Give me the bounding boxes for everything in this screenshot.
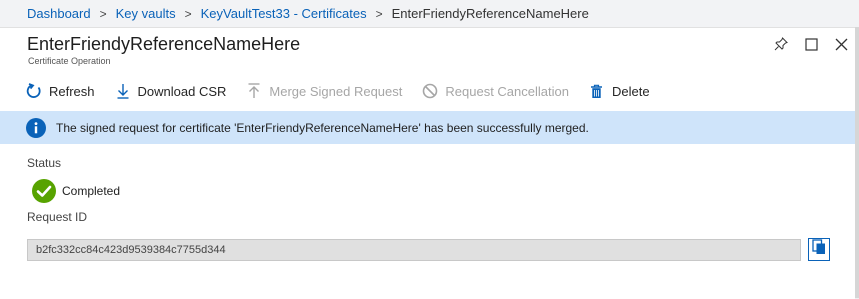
request-cancellation-button[interactable]: Request Cancellation xyxy=(422,82,569,100)
merge-signed-request-button[interactable]: Merge Signed Request xyxy=(246,82,402,100)
delete-label: Delete xyxy=(611,83,650,99)
page-subtitle: Certificate Operation xyxy=(28,56,111,66)
request-id-field[interactable]: b2fc332cc84c423d9539384c7755d344 xyxy=(27,239,801,261)
breadcrumb-separator: > xyxy=(99,6,107,21)
page-title: EnterFriendyReferenceNameHere xyxy=(27,34,301,54)
command-bar: Refresh Download CSR Merge Signed Reques… xyxy=(0,74,855,108)
blade-gutter xyxy=(855,27,859,298)
breadcrumb-separator: > xyxy=(184,6,192,21)
info-banner: The signed request for certificate 'Ente… xyxy=(0,111,855,144)
breadcrumb-current: EnterFriendyReferenceNameHere xyxy=(391,6,589,21)
breadcrumb-separator: > xyxy=(375,6,383,21)
copy-icon xyxy=(812,239,826,260)
status-value-row: Completed xyxy=(32,179,120,203)
breadcrumb: Dashboard > Key vaults > KeyVaultTest33 … xyxy=(0,0,859,27)
download-csr-button[interactable]: Download CSR xyxy=(115,82,227,100)
request-cancellation-label: Request Cancellation xyxy=(445,83,569,99)
status-label: Status xyxy=(27,156,62,170)
upload-arrow-icon xyxy=(246,82,262,100)
download-csr-label: Download CSR xyxy=(137,83,227,99)
maximize-icon[interactable] xyxy=(803,36,819,52)
banner-message: The signed request for certificate 'Ente… xyxy=(56,120,589,135)
status-value: Completed xyxy=(62,184,121,198)
breadcrumb-dashboard[interactable]: Dashboard xyxy=(27,6,91,21)
checkmark-circle-icon xyxy=(32,179,56,203)
request-id-label: Request ID xyxy=(27,210,88,224)
delete-button[interactable]: Delete xyxy=(589,82,650,100)
breadcrumb-key-vaults[interactable]: Key vaults xyxy=(116,6,176,21)
pin-icon[interactable] xyxy=(773,36,789,52)
trash-icon xyxy=(589,82,605,100)
blade-controls xyxy=(773,36,849,52)
breadcrumb-certificates[interactable]: KeyVaultTest33 - Certificates xyxy=(201,6,367,21)
merge-signed-request-label: Merge Signed Request xyxy=(269,83,403,99)
refresh-button[interactable]: Refresh xyxy=(26,82,95,100)
refresh-icon xyxy=(26,82,42,100)
certificate-operation-blade: EnterFriendyReferenceNameHere Certificat… xyxy=(0,27,855,299)
refresh-label: Refresh xyxy=(49,83,95,99)
close-icon[interactable] xyxy=(833,36,849,52)
download-icon xyxy=(115,82,131,100)
cancel-icon xyxy=(422,82,438,100)
copy-button[interactable] xyxy=(808,238,830,261)
info-icon xyxy=(26,117,46,138)
